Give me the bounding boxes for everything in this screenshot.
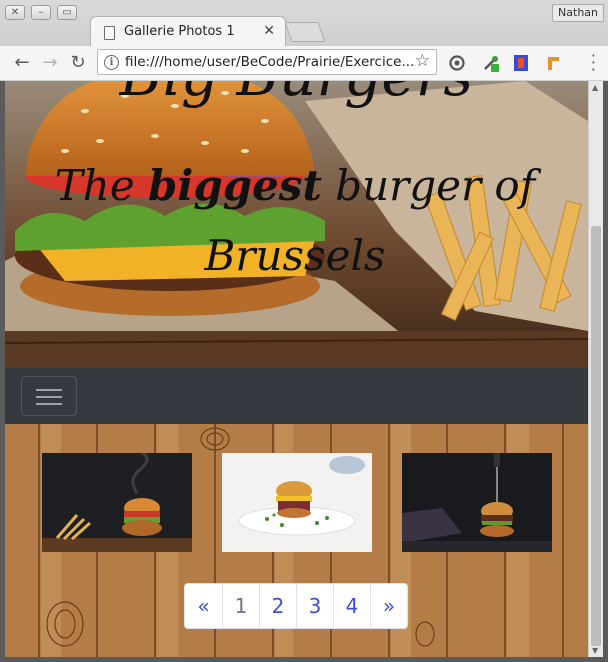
hero-banner: Big Burgers The biggest burger of Brusse…	[5, 81, 588, 368]
scroll-down-arrow-icon[interactable]: ▼	[592, 646, 598, 655]
subtitle-part: The	[54, 161, 149, 210]
pagination-next[interactable]: »	[370, 584, 407, 628]
browser-toolbar: ← → ↻ i file:///home/user/BeCode/Prairie…	[0, 46, 608, 81]
colorzilla-extension-icon[interactable]	[512, 54, 530, 72]
pagination-previous[interactable]: «	[185, 584, 222, 628]
browser-tab[interactable]: Gallerie Photos 1 ✕	[90, 16, 286, 47]
document-icon	[104, 26, 115, 40]
pagination-page-4[interactable]: 4	[333, 584, 370, 628]
profile-user-button[interactable]: Nathan	[552, 4, 604, 22]
gallery-section: « 1 2 3 4 »	[5, 424, 588, 657]
gallery-photo-3[interactable]	[402, 453, 552, 552]
back-arrow-icon[interactable]: ←	[10, 51, 34, 75]
eyedropper-extension-icon[interactable]	[482, 54, 500, 72]
hamburger-line	[36, 389, 62, 391]
sync-extension-icon[interactable]	[448, 54, 466, 72]
pagination-page-1[interactable]: 1	[222, 584, 259, 628]
info-icon[interactable]: i	[104, 55, 119, 70]
bookmark-star-icon[interactable]: ☆	[415, 51, 430, 71]
vertical-scrollbar[interactable]: ▲ ▼	[588, 81, 603, 657]
scroll-up-arrow-icon[interactable]: ▲	[592, 83, 598, 92]
gallery-photo-2[interactable]	[222, 453, 372, 552]
subtitle-emphasis: biggest	[148, 161, 322, 210]
tab-close-icon[interactable]: ✕	[263, 23, 275, 39]
url-text: file:///home/user/BeCode/Prairie/Exercic…	[125, 54, 415, 70]
new-tab-button[interactable]	[284, 22, 326, 42]
address-bar[interactable]: i file:///home/user/BeCode/Prairie/Exerc…	[97, 49, 437, 75]
page-viewport: Big Burgers The biggest burger of Brusse…	[5, 81, 588, 657]
maximize-window-icon[interactable]: ▭	[57, 5, 77, 20]
pagination-page-2[interactable]: 2	[259, 584, 296, 628]
forward-arrow-icon[interactable]: →	[38, 51, 62, 75]
pagination-page-3[interactable]: 3	[296, 584, 333, 628]
gallery-photo-1[interactable]	[42, 453, 192, 552]
hero-subtitle: The biggest burger of Brussels	[45, 151, 545, 291]
window-titlebar: ✕ – ▭ Nathan Gallerie Photos 1 ✕	[0, 0, 608, 47]
minimize-window-icon[interactable]: –	[31, 5, 51, 20]
scrollbar-thumb[interactable]	[591, 226, 601, 646]
navbar-toggler-button[interactable]	[21, 376, 77, 416]
hamburger-line	[36, 403, 62, 405]
pagination: « 1 2 3 4 »	[184, 583, 408, 629]
navbar	[5, 368, 588, 424]
menu-dots-icon[interactable]: · · ·	[591, 48, 596, 78]
ruler-extension-icon[interactable]	[544, 54, 562, 72]
close-window-icon[interactable]: ✕	[5, 5, 25, 20]
tab-title: Gallerie Photos 1	[124, 24, 235, 39]
hamburger-line	[36, 396, 62, 398]
reload-icon[interactable]: ↻	[66, 51, 90, 75]
hero-title: Big Burgers	[5, 81, 588, 109]
